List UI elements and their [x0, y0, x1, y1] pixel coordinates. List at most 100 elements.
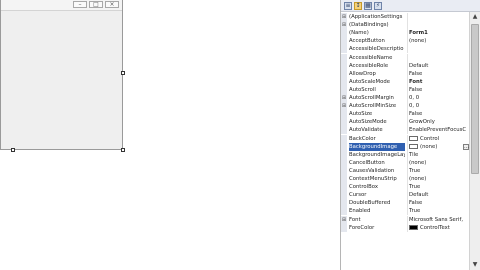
color-swatch — [409, 135, 418, 141]
property-value[interactable]: Tile — [407, 150, 471, 159]
property-value[interactable]: EnablePreventFocusC — [407, 126, 471, 135]
row-gutter — [341, 110, 347, 119]
property-row[interactable]: AcceptButton (none) — [341, 37, 471, 46]
property-value[interactable]: False — [407, 69, 471, 78]
property-name: Font — [349, 216, 361, 223]
property-value[interactable]: False — [407, 110, 471, 119]
scroll-thumb[interactable] — [471, 24, 479, 174]
properties-view-icon[interactable]: ▦ — [364, 2, 372, 10]
expand-icon[interactable]: ⊞ — [341, 102, 347, 111]
property-value[interactable]: 0, 0 — [407, 102, 471, 111]
row-gutter — [341, 158, 347, 167]
property-value-text: False — [409, 86, 423, 93]
form-title-bar[interactable]: – □ × — [1, 0, 122, 11]
maximize-button[interactable]: □ — [89, 1, 103, 8]
property-row[interactable]: AutoSizeMode GrowOnly — [341, 118, 471, 127]
property-row[interactable]: BackgroundImageLay Tile — [341, 150, 471, 159]
property-value[interactable]: 0, 0 — [407, 94, 471, 103]
property-name: (DataBindings) — [349, 22, 389, 29]
row-gutter — [341, 191, 347, 200]
property-value[interactable]: Default — [407, 191, 471, 200]
property-grid-scrollbar[interactable]: ▲ ▼ — [469, 12, 480, 270]
property-value[interactable]: Control — [407, 134, 471, 143]
property-row[interactable]: CausesValidation True — [341, 166, 471, 175]
property-name: DoubleBuffered — [349, 200, 391, 207]
property-value-text: Control — [420, 135, 440, 142]
property-row[interactable]: BackColor Control — [341, 134, 471, 143]
property-row[interactable]: AllowDrop False — [341, 69, 471, 78]
property-row[interactable]: ⊞ AutoScrollMargin 0, 0 — [341, 94, 471, 103]
row-gutter — [341, 207, 347, 216]
expand-icon[interactable]: ⊞ — [341, 215, 347, 224]
form-designer-surface[interactable]: – □ × — [0, 0, 340, 270]
alphabetical-view-icon[interactable]: ↕ — [354, 2, 362, 10]
property-value[interactable]: Microsoft Sans Serif, — [407, 215, 471, 224]
row-gutter — [341, 199, 347, 208]
property-value[interactable]: ControlText — [407, 223, 471, 232]
form1-design-window[interactable]: – □ × — [0, 0, 123, 150]
property-name: BackgroundImage — [349, 142, 405, 151]
property-name: AutoScrollMargin — [349, 95, 394, 101]
property-name: AllowDrop — [349, 70, 376, 77]
row-gutter — [341, 118, 347, 127]
property-row[interactable]: AutoSize False — [341, 110, 471, 119]
expand-icon[interactable]: ⊞ — [341, 13, 347, 22]
property-value[interactable]: False — [407, 199, 471, 208]
property-row[interactable]: AccessibleDescriptio — [341, 45, 471, 54]
property-row[interactable]: (Name) Form1 — [341, 29, 471, 38]
property-row[interactable]: Cursor Default — [341, 191, 471, 200]
property-value[interactable]: False — [407, 85, 471, 94]
property-value[interactable]: GrowOnly — [407, 118, 471, 127]
categorized-view-icon[interactable]: ≡ — [344, 2, 352, 10]
property-row[interactable]: CancelButton (none) — [341, 158, 471, 167]
property-value[interactable]: Font — [407, 77, 471, 86]
minimize-button[interactable]: – — [73, 1, 87, 8]
property-row[interactable]: ForeColor ControlText — [341, 223, 471, 232]
property-name: (Name) — [349, 30, 369, 37]
property-value[interactable] — [407, 21, 471, 30]
property-row[interactable]: AutoValidate EnablePreventFocusC — [341, 126, 471, 135]
property-value[interactable] — [407, 13, 471, 22]
expand-icon[interactable]: ⊞ — [341, 94, 347, 103]
property-name: (ApplicationSettings — [349, 14, 403, 20]
property-value[interactable]: True — [407, 166, 471, 175]
property-row[interactable]: AccessibleName — [341, 53, 471, 62]
property-row[interactable]: ⊞ AutoScrollMinSize 0, 0 — [341, 102, 471, 111]
resize-handle-right[interactable] — [121, 71, 125, 75]
property-row[interactable]: Enabled True — [341, 207, 471, 216]
property-value[interactable]: True — [407, 207, 471, 216]
property-name: Enabled — [349, 208, 371, 215]
property-row[interactable]: AutoScaleMode Font — [341, 77, 471, 86]
property-value[interactable]: True — [407, 183, 471, 192]
resize-handle-bottom[interactable] — [11, 148, 15, 152]
property-name: BackgroundImageLay — [349, 151, 405, 158]
property-value-text: True — [409, 184, 421, 191]
property-row[interactable]: AccessibleRole Default — [341, 61, 471, 70]
property-value[interactable]: (none)… — [407, 142, 471, 151]
scroll-down-arrow-icon[interactable]: ▼ — [471, 261, 479, 269]
property-row[interactable]: ⊞ (ApplicationSettings — [341, 13, 471, 22]
property-value[interactable] — [407, 45, 471, 54]
resize-handle-bottom-right[interactable] — [121, 148, 125, 152]
property-value[interactable]: Default — [407, 61, 471, 70]
property-value[interactable]: (none) — [407, 158, 471, 167]
property-row[interactable]: BackgroundImage (none)… — [341, 142, 471, 151]
property-row[interactable]: ⊞ (DataBindings) — [341, 21, 471, 30]
close-button[interactable]: × — [105, 1, 119, 8]
property-row[interactable]: ContextMenuStrip (none) — [341, 175, 471, 184]
property-name: Cursor — [349, 192, 367, 199]
property-row[interactable]: DoubleBuffered False — [341, 199, 471, 208]
property-value[interactable] — [407, 53, 471, 62]
events-view-icon[interactable]: ⚡ — [374, 2, 382, 10]
property-row[interactable]: AutoScroll False — [341, 85, 471, 94]
property-row[interactable]: ControlBox True — [341, 183, 471, 192]
color-swatch — [409, 143, 418, 149]
property-value[interactable]: (none) — [407, 175, 471, 184]
scroll-up-arrow-icon[interactable]: ▲ — [471, 13, 479, 21]
property-name: AccessibleName — [349, 54, 393, 61]
property-row[interactable]: ⊞ Font Microsoft Sans Serif, — [341, 215, 471, 224]
property-value[interactable]: (none) — [407, 37, 471, 46]
expand-icon[interactable]: ⊞ — [341, 21, 347, 30]
row-gutter — [341, 175, 347, 184]
property-value[interactable]: Form1 — [407, 29, 471, 38]
